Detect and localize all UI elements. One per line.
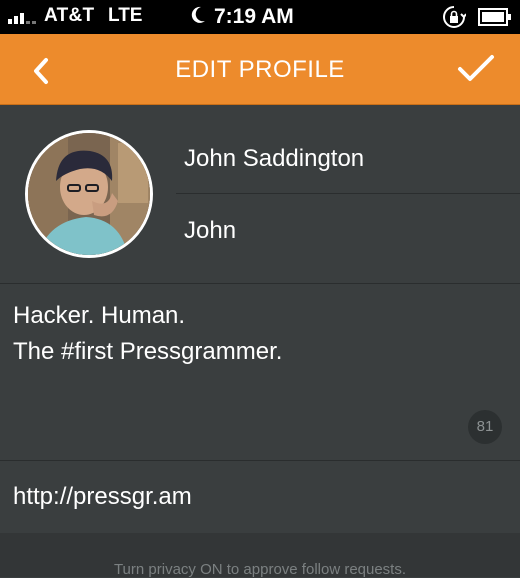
profile-section: John Saddington John	[0, 105, 520, 283]
battery-icon	[478, 8, 511, 26]
checkmark-icon	[458, 55, 494, 81]
bio-field[interactable]: Hacker. Human. The #first Pressgrammer. …	[0, 284, 520, 460]
username-field[interactable]: John	[184, 217, 236, 245]
rotation-lock-icon	[443, 6, 466, 28]
website-field[interactable]: http://pressgr.am	[0, 461, 520, 533]
clock: 7:19 AM	[214, 5, 294, 28]
char-counter-badge: 81	[468, 410, 502, 444]
status-bar: AT&T LTE 7:19 AM	[0, 0, 520, 34]
full-name-field[interactable]: John Saddington	[184, 145, 364, 173]
save-button[interactable]	[456, 52, 496, 86]
avatar[interactable]	[25, 130, 153, 258]
carrier-label: AT&T	[44, 5, 95, 26]
back-button[interactable]	[26, 54, 60, 88]
nav-bar: EDIT PROFILE	[0, 34, 520, 105]
chevron-left-icon	[34, 58, 48, 84]
privacy-hint: Turn privacy ON to approve follow reques…	[113, 561, 407, 578]
website-url: http://pressgr.am	[13, 483, 192, 510]
moon-icon	[191, 6, 205, 23]
divider	[176, 193, 520, 194]
bio-line: The #first Pressgrammer.	[13, 338, 283, 365]
signal-icon	[8, 10, 40, 24]
privacy-section: Turn privacy ON to approve follow reques…	[0, 533, 520, 578]
network-label: LTE	[108, 5, 143, 26]
profile-photo	[28, 133, 150, 255]
page-title: EDIT PROFILE	[175, 56, 345, 83]
bio-line: Hacker. Human.	[13, 302, 186, 329]
